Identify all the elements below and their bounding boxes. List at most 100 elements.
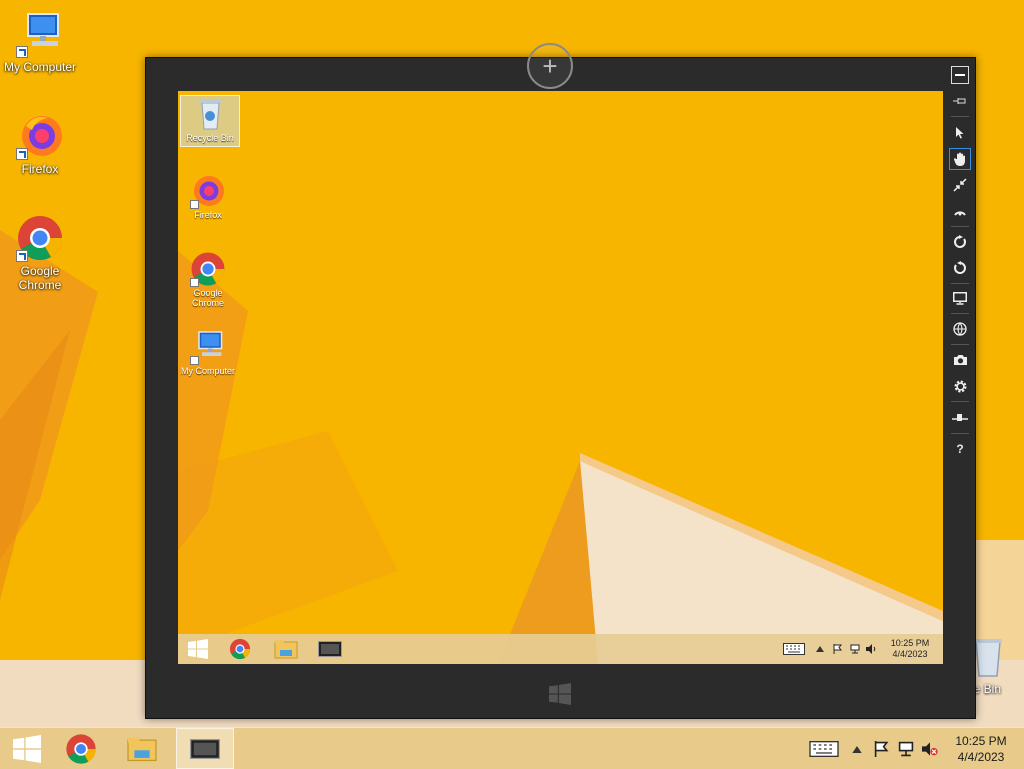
remote-taskbar: 10:25 PM 4/4/2023 [178,634,943,664]
remote-clock-date: 4/4/2023 [892,649,928,659]
chrome-icon [66,733,96,764]
rotate-ccw-icon [954,261,966,274]
remote-viewer-window[interactable]: + Recycle Bin Firefox Google Chrome My C… [145,43,976,720]
scale-icon [954,211,966,216]
help-button[interactable]: ? [949,438,971,460]
minimize-button[interactable] [949,64,971,86]
start-button[interactable] [0,728,54,769]
computer-icon [190,329,226,365]
shortcut-arrow-icon [16,46,28,58]
shortcut-arrow-icon [190,356,199,365]
remote-taskbar-explorer[interactable] [266,634,306,664]
remote-clock[interactable]: 10:25 PM 4/4/2023 [884,638,936,660]
hand-icon [954,152,965,166]
pin-icon [953,98,966,104]
hand-tool[interactable] [949,148,971,170]
shortcut-arrow-icon [16,250,28,262]
remote-icon-label: Firefox [194,210,222,220]
file-explorer-icon [274,640,298,659]
toolbar-separator [951,283,969,284]
remote-start-button[interactable] [178,634,218,664]
remote-wallpaper [178,91,943,664]
toolbar-separator [951,226,969,227]
remote-screen[interactable]: Recycle Bin Firefox Google Chrome My Com… [178,91,943,664]
globe-icon [953,322,967,336]
action-center-flag-icon[interactable] [874,741,890,757]
toolbar-separator [951,116,969,117]
chrome-icon [190,251,226,287]
desktop-icon-label: Firefox [21,162,59,176]
network-icon[interactable] [850,644,860,654]
taskbar-file-explorer-button[interactable] [115,728,169,769]
start-icon [13,734,41,763]
minimize-icon [951,66,969,84]
file-explorer-icon [127,737,157,761]
screenshot-button[interactable] [949,349,971,371]
desktop-icon-my-computer[interactable]: My Computer [0,10,80,74]
desktop-icon-firefox[interactable]: Firefox [0,112,80,176]
toolbar-separator [951,433,969,434]
action-center-flag-icon[interactable] [833,644,843,654]
pin-button[interactable] [949,90,971,112]
toolbar-separator [951,344,969,345]
adjust-button[interactable] [949,407,971,429]
help-icon: ? [956,442,964,456]
web-button[interactable] [949,318,971,340]
network-icon[interactable] [898,741,914,757]
keyboard-icon[interactable] [783,643,805,655]
shortcut-arrow-icon [16,148,28,160]
taskbar-clock[interactable]: 10:25 PM 4/4/2023 [948,733,1014,765]
monitor-icon [953,291,967,305]
rotate-counterclockwise-button[interactable] [949,257,971,279]
remote-icon-my-computer[interactable]: My Computer [178,329,238,376]
chrome-icon [229,638,251,660]
rotate-cw-icon [954,235,966,248]
desktop-icon-google-chrome[interactable]: Google Chrome [0,214,80,292]
pointer-icon [956,127,964,139]
remote-taskbar-viewer[interactable] [310,634,350,664]
remote-clock-time: 10:25 PM [890,638,930,648]
remote-viewer-icon [318,641,342,657]
show-hidden-icons-button[interactable] [852,746,862,753]
desktop-icon-label: My Computer [3,60,77,74]
shrink-icon [953,178,967,192]
clock-time: 10:25 PM [955,734,1007,748]
viewer-windows-home-icon[interactable] [549,683,571,705]
display-button[interactable] [949,287,971,309]
remote-taskbar-chrome[interactable] [220,634,260,664]
shortcut-arrow-icon [190,200,199,209]
toolbar-separator [951,401,969,402]
shrink-tool[interactable] [949,174,971,196]
clock-date: 4/4/2023 [957,750,1005,764]
volume-icon[interactable] [866,644,876,654]
camera-icon [953,355,967,365]
remote-icon-firefox[interactable]: Firefox [178,173,238,220]
firefox-icon [16,112,64,160]
gear-icon [954,380,966,392]
taskbar: 10:25 PM 4/4/2023 [0,727,1024,769]
taskbar-remote-viewer-button[interactable] [176,728,234,769]
show-hidden-icon[interactable] [816,646,824,652]
remote-icon-label: Recycle Bin [186,133,234,143]
rotate-clockwise-button[interactable] [949,231,971,253]
volume-muted-icon[interactable] [922,741,938,757]
recycle-bin-icon [192,96,228,132]
remote-icon-label: My Computer [180,366,235,376]
scale-tool[interactable] [949,200,971,222]
remote-icon-google-chrome[interactable]: Google Chrome [178,251,238,308]
keyboard-icon[interactable] [809,741,839,757]
viewer-side-toolbar: ? [946,58,976,720]
remote-icon-recycle-bin[interactable]: Recycle Bin [180,95,240,147]
remote-icon-label: Google Chrome [191,288,224,308]
toolbar-separator [951,313,969,314]
settings-button[interactable] [949,375,971,397]
pointer-tool[interactable] [949,122,971,144]
computer-icon [16,10,64,58]
desktop-icon-label: Google Chrome [18,264,62,292]
move-window-handle[interactable]: + [527,43,573,89]
start-icon [188,639,208,659]
remote-viewer-icon [190,738,220,759]
move-icon: + [542,51,558,81]
taskbar-chrome-button[interactable] [54,728,108,769]
shortcut-arrow-icon [190,278,199,287]
